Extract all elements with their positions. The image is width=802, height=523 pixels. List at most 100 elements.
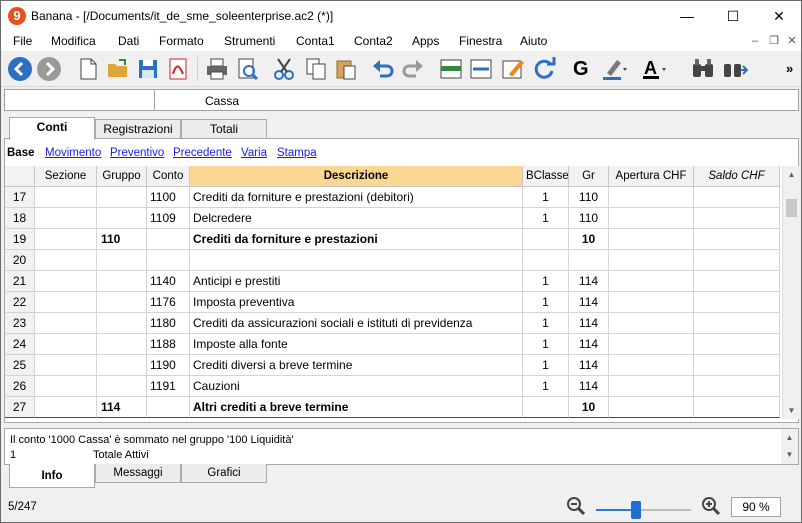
header-gr[interactable]: Gr bbox=[569, 166, 609, 187]
menu-file[interactable]: File bbox=[13, 34, 32, 48]
view-movimento[interactable]: Movimento bbox=[45, 147, 101, 159]
cell-sezione[interactable] bbox=[35, 334, 97, 355]
cell-gruppo[interactable] bbox=[97, 334, 147, 355]
cell-conto[interactable]: 1180 bbox=[147, 313, 190, 334]
cell-conto[interactable] bbox=[147, 250, 190, 271]
cell-descrizione[interactable]: Imposta preventiva bbox=[190, 292, 523, 313]
row-number[interactable]: 22 bbox=[5, 292, 35, 313]
header-conto[interactable]: Conto bbox=[147, 166, 190, 187]
cell-gruppo[interactable] bbox=[97, 271, 147, 292]
cell-gr[interactable]: 10 bbox=[569, 397, 609, 418]
menu-formato[interactable]: Formato bbox=[159, 34, 204, 48]
cell-sezione[interactable] bbox=[35, 397, 97, 418]
cell-saldo[interactable] bbox=[694, 376, 780, 397]
cell-apertura[interactable] bbox=[609, 313, 694, 334]
row-number[interactable]: 25 bbox=[5, 355, 35, 376]
cell-gruppo[interactable] bbox=[97, 376, 147, 397]
tab-info[interactable]: Info bbox=[9, 464, 95, 488]
view-preventivo[interactable]: Preventivo bbox=[110, 147, 164, 159]
cell-apertura[interactable] bbox=[609, 187, 694, 208]
row-number[interactable]: 24 bbox=[5, 334, 35, 355]
cell-bclasse[interactable]: 1 bbox=[523, 292, 569, 313]
close-button[interactable]: ✕ bbox=[756, 1, 802, 31]
undo-icon[interactable] bbox=[370, 56, 396, 82]
forward-icon[interactable] bbox=[36, 56, 62, 82]
vertical-scrollbar[interactable]: ▲ ▼ bbox=[782, 166, 799, 419]
cell-gr[interactable]: 110 bbox=[569, 187, 609, 208]
cell-saldo[interactable] bbox=[694, 292, 780, 313]
view-stampa[interactable]: Stampa bbox=[277, 147, 317, 159]
cell-conto[interactable]: 1176 bbox=[147, 292, 190, 313]
header-saldo[interactable]: Saldo CHF bbox=[694, 166, 780, 187]
cell-bclasse[interactable] bbox=[523, 229, 569, 250]
cell-apertura[interactable] bbox=[609, 334, 694, 355]
menu-conta2[interactable]: Conta2 bbox=[354, 34, 393, 48]
cell-saldo[interactable] bbox=[694, 208, 780, 229]
scroll-up-icon[interactable]: ▲ bbox=[783, 166, 800, 183]
cell-conto[interactable] bbox=[147, 397, 190, 418]
table-row[interactable]: 23 1180 Crediti da assicurazioni sociali e… bbox=[5, 313, 780, 334]
cell-apertura[interactable] bbox=[609, 397, 694, 418]
cell-bclasse[interactable]: 1 bbox=[523, 187, 569, 208]
cell-gr[interactable]: 114 bbox=[569, 271, 609, 292]
view-precedente[interactable]: Precedente bbox=[173, 147, 232, 159]
recalculate-icon[interactable] bbox=[531, 56, 557, 82]
highlight-icon[interactable] bbox=[601, 56, 627, 82]
row-number[interactable]: 19 bbox=[5, 229, 35, 250]
zoom-slider-thumb[interactable] bbox=[630, 501, 641, 519]
row-number[interactable]: 21 bbox=[5, 271, 35, 292]
cell-bclasse[interactable]: 1 bbox=[523, 334, 569, 355]
zoom-input[interactable]: 90 % bbox=[731, 497, 781, 517]
table-row[interactable]: 24 1188 Imposte alla fonte 1 114 bbox=[5, 334, 780, 355]
menu-finestra[interactable]: Finestra bbox=[459, 34, 502, 48]
cell-apertura[interactable] bbox=[609, 250, 694, 271]
zoom-out-icon[interactable] bbox=[566, 496, 586, 516]
cell-conto[interactable] bbox=[147, 229, 190, 250]
cell-bclasse[interactable] bbox=[523, 397, 569, 418]
scroll-thumb[interactable] bbox=[786, 199, 797, 217]
row-number[interactable]: 27 bbox=[5, 397, 35, 418]
table-row[interactable]: 17 1100 Crediti da forniture e prestazioni… bbox=[5, 187, 780, 208]
toolbar-overflow-button[interactable]: » bbox=[786, 57, 793, 81]
cell-conto[interactable]: 1188 bbox=[147, 334, 190, 355]
copy-icon[interactable] bbox=[303, 56, 329, 82]
cell-conto[interactable]: 1100 bbox=[147, 187, 190, 208]
header-descrizione[interactable]: Descrizione bbox=[190, 166, 523, 187]
cut-icon[interactable] bbox=[271, 56, 297, 82]
cell-bclasse[interactable]: 1 bbox=[523, 355, 569, 376]
bold-icon[interactable]: G bbox=[573, 57, 589, 81]
cell-descrizione[interactable]: Altri crediti a breve termine bbox=[190, 397, 523, 418]
scroll-down-icon[interactable]: ▼ bbox=[783, 402, 800, 419]
cell-saldo[interactable] bbox=[694, 187, 780, 208]
cell-descrizione[interactable]: Crediti da forniture e prestazioni (debi… bbox=[190, 187, 523, 208]
cell-apertura[interactable] bbox=[609, 229, 694, 250]
delete-row-icon[interactable] bbox=[468, 56, 494, 82]
cell-gruppo[interactable]: 114 bbox=[97, 397, 147, 418]
row-number[interactable]: 17 bbox=[5, 187, 35, 208]
cell-sezione[interactable] bbox=[35, 271, 97, 292]
pdf-icon[interactable] bbox=[165, 56, 191, 82]
cell-descrizione[interactable]: Crediti da assicurazioni sociali e istit… bbox=[190, 313, 523, 334]
mdi-close-icon[interactable]: ✕ bbox=[784, 33, 800, 49]
print-preview-icon[interactable] bbox=[234, 56, 260, 82]
header-apertura[interactable]: Apertura CHF bbox=[609, 166, 694, 187]
cell-apertura[interactable] bbox=[609, 292, 694, 313]
cell-descrizione[interactable]: Imposte alla fonte bbox=[190, 334, 523, 355]
row-number[interactable]: 26 bbox=[5, 376, 35, 397]
minimize-button[interactable]: — bbox=[664, 1, 710, 31]
tab-registrazioni[interactable]: Registrazioni bbox=[95, 119, 181, 139]
table-row[interactable]: 19 110 Crediti da forniture e prestazioni 1… bbox=[5, 229, 780, 250]
cell-apertura[interactable] bbox=[609, 271, 694, 292]
cell-sezione[interactable] bbox=[35, 229, 97, 250]
cell-conto[interactable]: 1140 bbox=[147, 271, 190, 292]
cell-sezione[interactable] bbox=[35, 292, 97, 313]
new-file-icon[interactable] bbox=[75, 56, 101, 82]
cell-bclasse[interactable]: 1 bbox=[523, 208, 569, 229]
cell-saldo[interactable] bbox=[694, 313, 780, 334]
cell-gruppo[interactable] bbox=[97, 292, 147, 313]
cell-conto[interactable]: 1190 bbox=[147, 355, 190, 376]
cell-gruppo[interactable] bbox=[97, 250, 147, 271]
save-icon[interactable] bbox=[135, 56, 161, 82]
cell-reference-field[interactable] bbox=[5, 90, 155, 110]
find-next-icon[interactable] bbox=[722, 56, 749, 82]
